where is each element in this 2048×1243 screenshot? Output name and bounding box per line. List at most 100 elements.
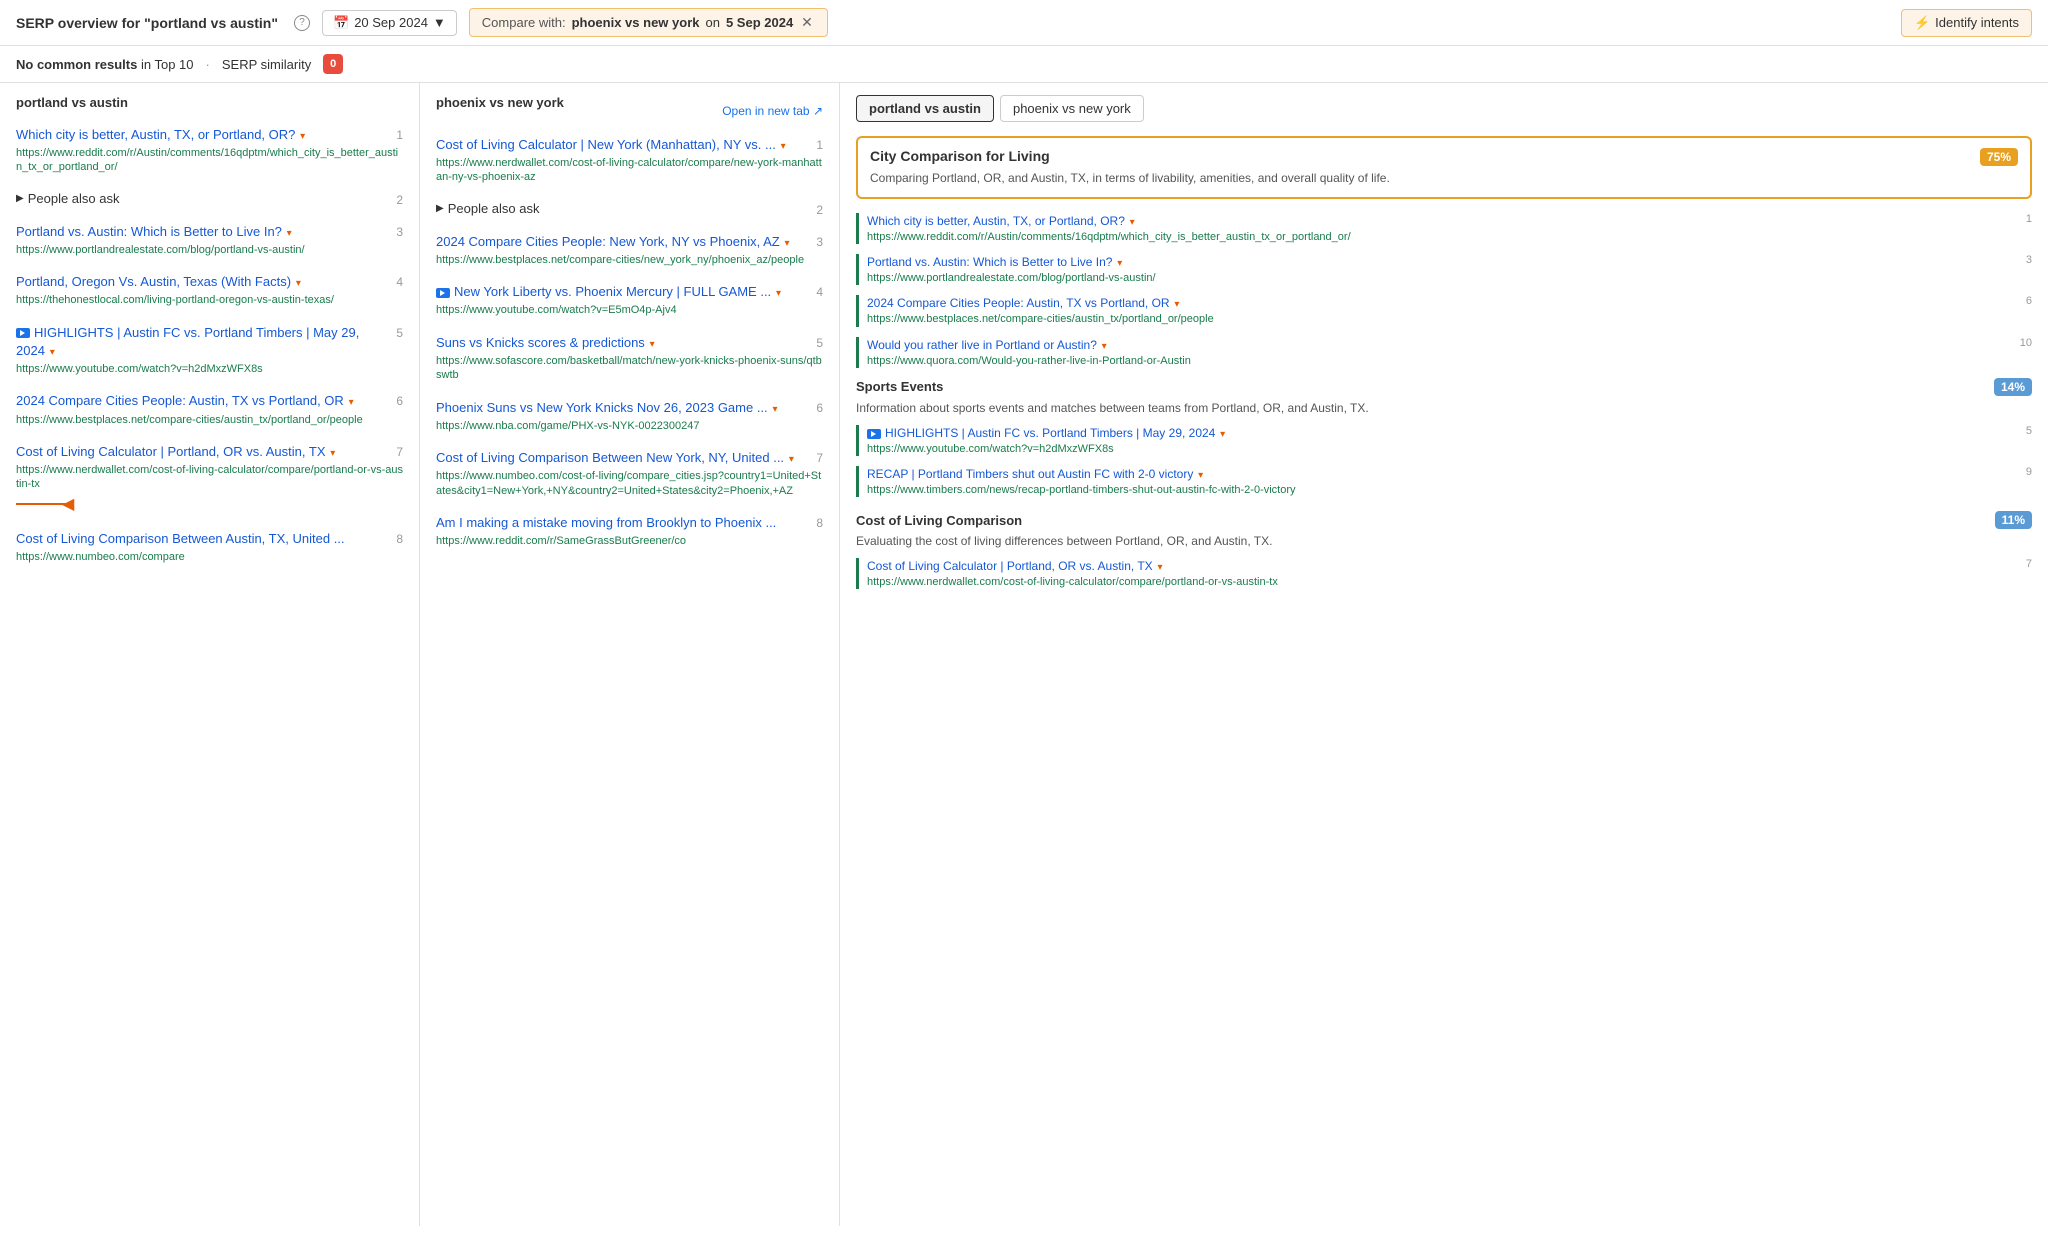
sports-section-desc: Information about sports events and matc… <box>856 400 2032 417</box>
dropdown-arrow[interactable]: ▾ <box>346 397 354 408</box>
result-title[interactable]: Am I making a mistake moving from Brookl… <box>436 514 801 532</box>
result-row: Cost of Living Calculator | Portland, OR… <box>16 443 403 461</box>
result-row: HIGHLIGHTS | Austin FC vs. Portland Timb… <box>16 324 403 360</box>
intent-result-num: 9 <box>2018 466 2032 497</box>
result-url: https://www.reddit.com/r/Austin/comments… <box>16 146 403 175</box>
dropdown-arrow[interactable]: ▾ <box>647 339 655 350</box>
header-query: "portland vs austin" <box>144 15 278 31</box>
result-title[interactable]: Portland, Oregon Vs. Austin, Texas (With… <box>16 273 381 291</box>
people-also-ask-row[interactable]: ▶ People also ask 2 <box>16 191 403 207</box>
dropdown-arrow[interactable]: ▾ <box>293 278 301 289</box>
cost-section-header: Cost of Living Comparison 11% <box>856 511 2032 529</box>
result-title[interactable]: Cost of Living Calculator | New York (Ma… <box>436 136 801 154</box>
intent-result-title[interactable]: Which city is better, Austin, TX, or Por… <box>867 213 2014 230</box>
result-title[interactable]: Which city is better, Austin, TX, or Por… <box>16 126 381 144</box>
arrow-annotation: ◀ <box>16 494 403 514</box>
result-title[interactable]: Phoenix Suns vs New York Knicks Nov 26, … <box>436 399 801 417</box>
compare-date: 5 Sep 2024 <box>726 15 793 30</box>
result-url: https://www.reddit.com/r/SameGrassButGre… <box>436 534 823 548</box>
dropdown-arrow[interactable]: ▾ <box>47 347 55 358</box>
result-num: 2 <box>805 203 823 217</box>
result-url: https://www.bestplaces.net/compare-citie… <box>16 413 403 427</box>
result-url: https://www.youtube.com/watch?v=h2dMxzWF… <box>16 362 403 376</box>
help-icon[interactable]: ? <box>294 15 310 31</box>
result-title[interactable]: Cost of Living Calculator | Portland, OR… <box>16 443 381 461</box>
result-num: 7 <box>805 451 823 465</box>
right-tab[interactable]: phoenix vs new york <box>1000 95 1144 122</box>
result-num: 3 <box>385 225 403 239</box>
sports-section-title: Sports Events <box>856 379 943 394</box>
dropdown-arrow[interactable]: ▾ <box>1155 562 1163 573</box>
intent-result: HIGHLIGHTS | Austin FC vs. Portland Timb… <box>856 425 2032 456</box>
result-row: Which city is better, Austin, TX, or Por… <box>16 126 403 144</box>
intent-card: City Comparison for Living 75% Comparing… <box>856 136 2032 199</box>
intent-result: Cost of Living Calculator | Portland, OR… <box>856 558 2032 589</box>
close-compare-button[interactable]: ✕ <box>799 14 815 31</box>
result-num: 1 <box>805 138 823 152</box>
intent-result-url: https://www.reddit.com/r/Austin/comments… <box>867 230 2014 244</box>
people-also-ask-row[interactable]: ▶ People also ask 2 <box>436 201 823 217</box>
result-row: Am I making a mistake moving from Brookl… <box>436 514 823 532</box>
dropdown-arrow[interactable]: ▾ <box>328 448 336 459</box>
result-title[interactable]: Cost of Living Comparison Between Austin… <box>16 530 381 548</box>
result-title[interactable]: Suns vs Knicks scores & predictions ▾ <box>436 334 801 352</box>
result-title[interactable]: 2024 Compare Cities People: Austin, TX v… <box>16 392 381 410</box>
dropdown-arrow[interactable]: ▾ <box>1172 299 1180 310</box>
intent-result-content: 2024 Compare Cities People: Austin, TX v… <box>867 295 2014 326</box>
result-num: 3 <box>805 235 823 249</box>
dropdown-arrow[interactable]: ▾ <box>773 288 781 299</box>
dropdown-arrow[interactable]: ▾ <box>1217 429 1225 440</box>
intent-result-title[interactable]: Would you rather live in Portland or Aus… <box>867 337 2014 354</box>
result-item: New York Liberty vs. Phoenix Mercury | F… <box>436 283 823 317</box>
result-row: Cost of Living Calculator | New York (Ma… <box>436 136 823 154</box>
left-column-title: portland vs austin <box>16 95 403 116</box>
right-card-results: Which city is better, Austin, TX, or Por… <box>856 213 2032 368</box>
dropdown-arrow[interactable]: ▾ <box>1127 217 1135 228</box>
identify-intents-button[interactable]: ⚡ Identify intents <box>1901 9 2032 37</box>
right-tab[interactable]: portland vs austin <box>856 95 994 122</box>
intent-result-url: https://www.timbers.com/news/recap-portl… <box>867 483 2014 497</box>
result-title[interactable]: HIGHLIGHTS | Austin FC vs. Portland Timb… <box>16 324 381 360</box>
dropdown-arrow[interactable]: ▾ <box>1114 258 1122 269</box>
compare-label: Compare with: <box>482 15 566 30</box>
result-num: 6 <box>385 394 403 408</box>
dropdown-arrow[interactable]: ▾ <box>782 238 790 249</box>
intent-result-title[interactable]: 2024 Compare Cities People: Austin, TX v… <box>867 295 2014 312</box>
result-title[interactable]: New York Liberty vs. Phoenix Mercury | F… <box>436 283 801 301</box>
dropdown-arrow[interactable]: ▾ <box>1099 341 1107 352</box>
result-num: 4 <box>385 275 403 289</box>
result-title[interactable]: Portland vs. Austin: Which is Better to … <box>16 223 381 241</box>
result-item: Phoenix Suns vs New York Knicks Nov 26, … <box>436 399 823 433</box>
intent-result-title[interactable]: HIGHLIGHTS | Austin FC vs. Portland Timb… <box>867 425 2014 442</box>
dropdown-arrow[interactable]: ▾ <box>297 131 305 142</box>
result-title[interactable]: 2024 Compare Cities People: New York, NY… <box>436 233 801 251</box>
chevron-down-icon: ▼ <box>433 15 446 30</box>
cost-section-title: Cost of Living Comparison <box>856 513 1022 528</box>
dropdown-arrow[interactable]: ▾ <box>786 454 794 465</box>
dropdown-arrow[interactable]: ▾ <box>1195 470 1203 481</box>
result-row: Portland, Oregon Vs. Austin, Texas (With… <box>16 273 403 291</box>
video-icon <box>436 288 450 298</box>
result-item: HIGHLIGHTS | Austin FC vs. Portland Timb… <box>16 324 403 377</box>
result-row: Cost of Living Comparison Between New Yo… <box>436 449 823 467</box>
intent-result-title[interactable]: Cost of Living Calculator | Portland, OR… <box>867 558 2014 575</box>
date-label: 20 Sep 2024 <box>354 15 428 30</box>
separator: · <box>206 57 210 72</box>
intent-result-num: 10 <box>2018 337 2032 368</box>
open-new-tab-link[interactable]: Open in new tab <box>722 104 823 118</box>
intent-result-content: Which city is better, Austin, TX, or Por… <box>867 213 2014 244</box>
result-row: 2024 Compare Cities People: Austin, TX v… <box>16 392 403 410</box>
intent-result-title[interactable]: Portland vs. Austin: Which is Better to … <box>867 254 2014 271</box>
cost-section-pct: 11% <box>1995 511 2032 529</box>
dropdown-arrow[interactable]: ▾ <box>770 404 778 415</box>
result-num: 4 <box>805 285 823 299</box>
date-button[interactable]: 📅 20 Sep 2024 ▼ <box>322 10 457 36</box>
cost-section-desc: Evaluating the cost of living difference… <box>856 533 2032 550</box>
result-url: https://www.sofascore.com/basketball/mat… <box>436 354 823 383</box>
result-url: https://www.numbeo.com/cost-of-living/co… <box>436 469 823 498</box>
result-title[interactable]: Cost of Living Comparison Between New Yo… <box>436 449 801 467</box>
compare-query: phoenix vs new york <box>572 15 700 30</box>
dropdown-arrow[interactable]: ▾ <box>778 141 786 152</box>
dropdown-arrow[interactable]: ▾ <box>284 228 292 239</box>
intent-result-title[interactable]: RECAP | Portland Timbers shut out Austin… <box>867 466 2014 483</box>
